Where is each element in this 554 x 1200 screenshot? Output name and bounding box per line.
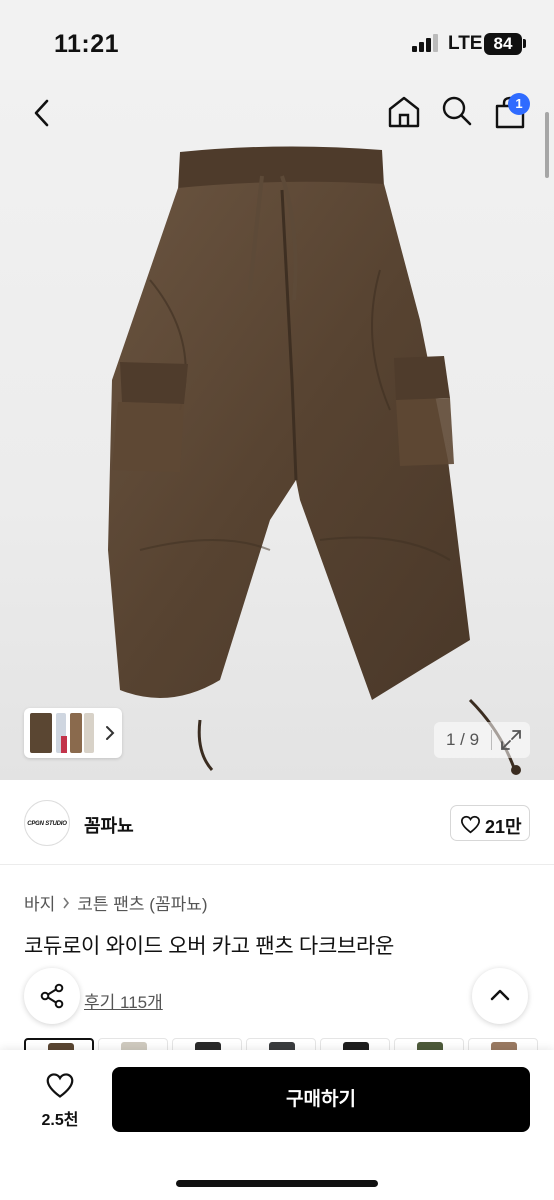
- seller-logo[interactable]: CPGN STUDIO: [24, 800, 70, 846]
- heart-outline-icon: [46, 1073, 74, 1098]
- variant-option[interactable]: [468, 1038, 538, 1050]
- breadcrumb-subcategory[interactable]: 코튼 팬츠 (꼼파뇨): [77, 890, 207, 915]
- home-indicator: [176, 1180, 378, 1187]
- variant-option[interactable]: [246, 1038, 316, 1050]
- image-counter: 1 / 9: [434, 722, 530, 758]
- cart-count-badge: 1: [508, 93, 530, 115]
- status-bar: 11:21 LTE 84: [0, 0, 554, 80]
- product-image: [108, 146, 521, 775]
- product-title: 코듀로이 와이드 오버 카고 팬츠 다크브라운: [24, 935, 395, 958]
- variant-option[interactable]: [394, 1038, 464, 1050]
- share-button[interactable]: [24, 968, 80, 1024]
- expand-icon[interactable]: [500, 729, 522, 751]
- product-image-gallery[interactable]: [0, 80, 554, 780]
- chevron-right-icon: [63, 897, 70, 908]
- variant-option[interactable]: [172, 1038, 242, 1050]
- buy-button[interactable]: 구매하기: [112, 1067, 530, 1132]
- scroll-indicator: [545, 112, 549, 178]
- review-link[interactable]: 후기 115개: [84, 988, 163, 1013]
- top-navigation: [0, 80, 554, 146]
- thumbnail-strip[interactable]: [24, 708, 122, 758]
- share-icon: [40, 983, 64, 1009]
- battery-icon: 84: [484, 33, 522, 55]
- like-seller-button[interactable]: 21만: [450, 805, 530, 841]
- status-time: 11:21: [54, 30, 120, 58]
- like-count: 21만: [485, 817, 522, 837]
- home-icon[interactable]: [386, 94, 422, 130]
- color-variants: [24, 1038, 554, 1050]
- battery-tip: [523, 39, 526, 48]
- variant-option[interactable]: [98, 1038, 168, 1050]
- counter-divider: [491, 730, 492, 750]
- signal-icon: [412, 34, 438, 52]
- heart-outline-icon: [460, 815, 481, 834]
- image-counter-text: 1 / 9: [446, 730, 480, 749]
- variant-option[interactable]: [24, 1038, 94, 1050]
- seller-row[interactable]: CPGN STUDIO 꼼파뇨 21만: [0, 781, 554, 865]
- variant-option[interactable]: [320, 1038, 390, 1050]
- seller-name[interactable]: 꼼파뇨: [84, 812, 134, 838]
- breadcrumb: 바지 코튼 팬츠 (꼼파뇨): [24, 890, 208, 915]
- chevron-right-icon[interactable]: [104, 725, 116, 741]
- wishlist-count: 2.5천: [41, 1112, 79, 1129]
- network-type: LTE: [448, 33, 483, 54]
- wishlist-button[interactable]: 2.5천: [30, 1068, 90, 1132]
- chevron-up-icon: [490, 989, 510, 1001]
- back-icon[interactable]: [30, 98, 54, 128]
- search-icon[interactable]: [440, 94, 474, 128]
- scroll-top-button[interactable]: [472, 968, 528, 1024]
- breadcrumb-category[interactable]: 바지: [24, 890, 55, 915]
